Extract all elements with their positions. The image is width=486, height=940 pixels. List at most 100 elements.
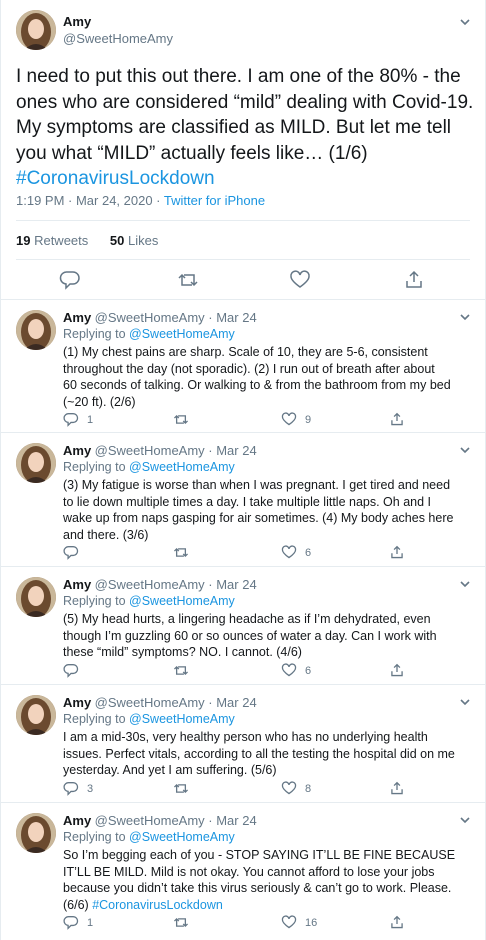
reply-icon[interactable] [63, 545, 87, 560]
author-name[interactable]: Amy [63, 813, 91, 828]
author-name[interactable]: Amy [63, 14, 91, 29]
replying-to-link[interactable]: @SweetHomeAmy [129, 594, 235, 608]
avatar-image [16, 10, 56, 50]
reply-header: Amy @SweetHomeAmy · Mar 24 [63, 577, 257, 592]
hashtag-link[interactable]: #CoronavirusLockdown [92, 898, 223, 912]
author-name[interactable]: Amy [63, 443, 91, 458]
reply-text: (3) My fatigue is worse than when I was … [63, 477, 475, 543]
chevron-down-icon[interactable] [458, 813, 472, 827]
heart-icon[interactable] [289, 270, 311, 290]
heart-icon[interactable]: 8 [281, 781, 311, 796]
reply-icon[interactable] [59, 270, 81, 290]
avatar-image [16, 695, 56, 735]
likes-label: Likes [124, 233, 159, 248]
author-name[interactable]: Amy [63, 577, 91, 592]
like-count: 16 [305, 916, 318, 929]
like-count: 9 [305, 413, 312, 426]
like-count: 6 [305, 546, 312, 559]
share-icon[interactable] [389, 412, 405, 427]
reply-icon[interactable] [63, 663, 87, 678]
share-icon[interactable] [389, 781, 405, 796]
retweet-icon[interactable] [173, 663, 197, 678]
likes-count: 50 [109, 233, 125, 248]
share-icon[interactable] [403, 270, 425, 290]
reply-text-fragment: (6/6) [63, 897, 93, 912]
reply-text-line: throughout the day (not sporadic). (2) I… [63, 361, 435, 376]
retweet-icon[interactable] [173, 781, 197, 796]
retweet-icon[interactable] [173, 915, 197, 930]
avatar[interactable] [16, 10, 56, 50]
reply-tweet[interactable]: Amy @SweetHomeAmy · Mar 24 Replying to @… [1, 432, 486, 566]
heart-icon[interactable]: 16 [281, 915, 317, 930]
reply-actions: 3 8 [63, 781, 483, 797]
timestamp[interactable]: 1:19 PM · Mar 24, 2020 · [16, 193, 164, 208]
retweet-icon[interactable] [177, 270, 199, 290]
avatar[interactable] [16, 443, 56, 483]
reply-icon[interactable]: 3 [63, 781, 93, 796]
share-icon[interactable] [389, 915, 405, 930]
avatar[interactable] [16, 813, 56, 853]
source-link[interactable]: Twitter for iPhone [164, 193, 265, 208]
reply-tweet[interactable]: Amy @SweetHomeAmy · Mar 24 Replying to @… [1, 566, 486, 684]
reply-icon[interactable]: 1 [63, 412, 93, 427]
reply-text-line: (3) My fatigue is worse than when I was … [63, 478, 451, 492]
heart-icon[interactable]: 9 [281, 412, 311, 427]
likes-stat[interactable]: 50 Likes [110, 233, 158, 248]
author-handle-date[interactable]: @SweetHomeAmy · Mar 24 [95, 443, 257, 458]
share-icon[interactable] [389, 545, 405, 560]
replying-to-link[interactable]: @SweetHomeAmy [129, 712, 235, 726]
reply-tweet[interactable]: Amy @SweetHomeAmy · Mar 24 Replying to @… [1, 684, 486, 802]
tweet-text-line: I need to put this out there. I am one o… [16, 66, 461, 87]
avatar[interactable] [16, 310, 56, 350]
reply-header: Amy @SweetHomeAmy · Mar 24 [63, 813, 257, 828]
reply-actions: 1 9 [63, 412, 483, 428]
share-icon[interactable] [389, 663, 405, 678]
hashtag-link[interactable]: #CoronavirusLockdown [16, 166, 476, 192]
author-name[interactable]: Amy [63, 695, 91, 710]
author-handle-date[interactable]: @SweetHomeAmy · Mar 24 [95, 813, 257, 828]
retweet-icon[interactable] [173, 412, 197, 427]
retweets-count: 19 [16, 233, 31, 248]
retweets-stat[interactable]: 19 Retweets [16, 233, 88, 248]
tweet-text-line: ones who are considered “mild” dealing w… [16, 91, 474, 113]
reply-actions: 6 [63, 663, 483, 679]
reply-icon[interactable]: 1 [63, 915, 93, 930]
author-name[interactable]: Amy [63, 310, 91, 325]
chevron-down-icon[interactable] [458, 695, 472, 709]
replying-to-link[interactable]: @SweetHomeAmy [129, 327, 235, 341]
reply-text-line: I am a mid-30s, very healthy person who … [63, 730, 428, 744]
chevron-down-icon[interactable] [458, 310, 472, 324]
reply-text-line: IT’LL BE MILD. Mild is not okay. You can… [63, 864, 435, 879]
retweet-icon[interactable] [173, 545, 197, 560]
chevron-down-icon[interactable] [458, 15, 472, 29]
reply-actions: 6 [63, 545, 483, 561]
like-count: 8 [305, 782, 312, 795]
heart-icon[interactable]: 6 [281, 663, 311, 678]
avatar[interactable] [16, 695, 56, 735]
tweet-thread: Amy @SweetHomeAmy I need to put this out… [0, 0, 486, 940]
author-handle-date[interactable]: @SweetHomeAmy · Mar 24 [95, 310, 257, 325]
reply-text: I am a mid-30s, very healthy person who … [63, 729, 475, 779]
author-handle-date[interactable]: @SweetHomeAmy · Mar 24 [95, 577, 257, 592]
reply-text-line: (6/6) #CoronavirusLockdown [63, 897, 475, 914]
reply-tweet[interactable]: Amy @SweetHomeAmy · Mar 24 Replying to @… [1, 299, 486, 432]
chevron-down-icon[interactable] [458, 443, 472, 457]
divider [16, 220, 470, 221]
tweet-actions [1, 270, 486, 292]
chevron-down-icon[interactable] [458, 577, 472, 591]
reply-tweet[interactable]: Amy @SweetHomeAmy · Mar 24 Replying to @… [1, 802, 486, 936]
replying-label: Replying to [63, 327, 130, 341]
avatar-image [16, 813, 56, 853]
heart-icon[interactable]: 6 [281, 545, 311, 560]
author-handle[interactable]: @SweetHomeAmy [63, 31, 173, 46]
replying-to: Replying to @SweetHomeAmy [63, 327, 235, 341]
replying-label: Replying to [63, 594, 130, 608]
avatar-image [16, 310, 56, 350]
reply-count: 1 [87, 413, 94, 426]
reply-count: 3 [87, 782, 94, 795]
replying-to-link[interactable]: @SweetHomeAmy [129, 460, 235, 474]
reply-text-line: to lie down multiple times a day. I take… [63, 494, 432, 509]
avatar[interactable] [16, 577, 56, 617]
author-handle-date[interactable]: @SweetHomeAmy · Mar 24 [95, 695, 257, 710]
replying-to-link[interactable]: @SweetHomeAmy [129, 830, 235, 844]
